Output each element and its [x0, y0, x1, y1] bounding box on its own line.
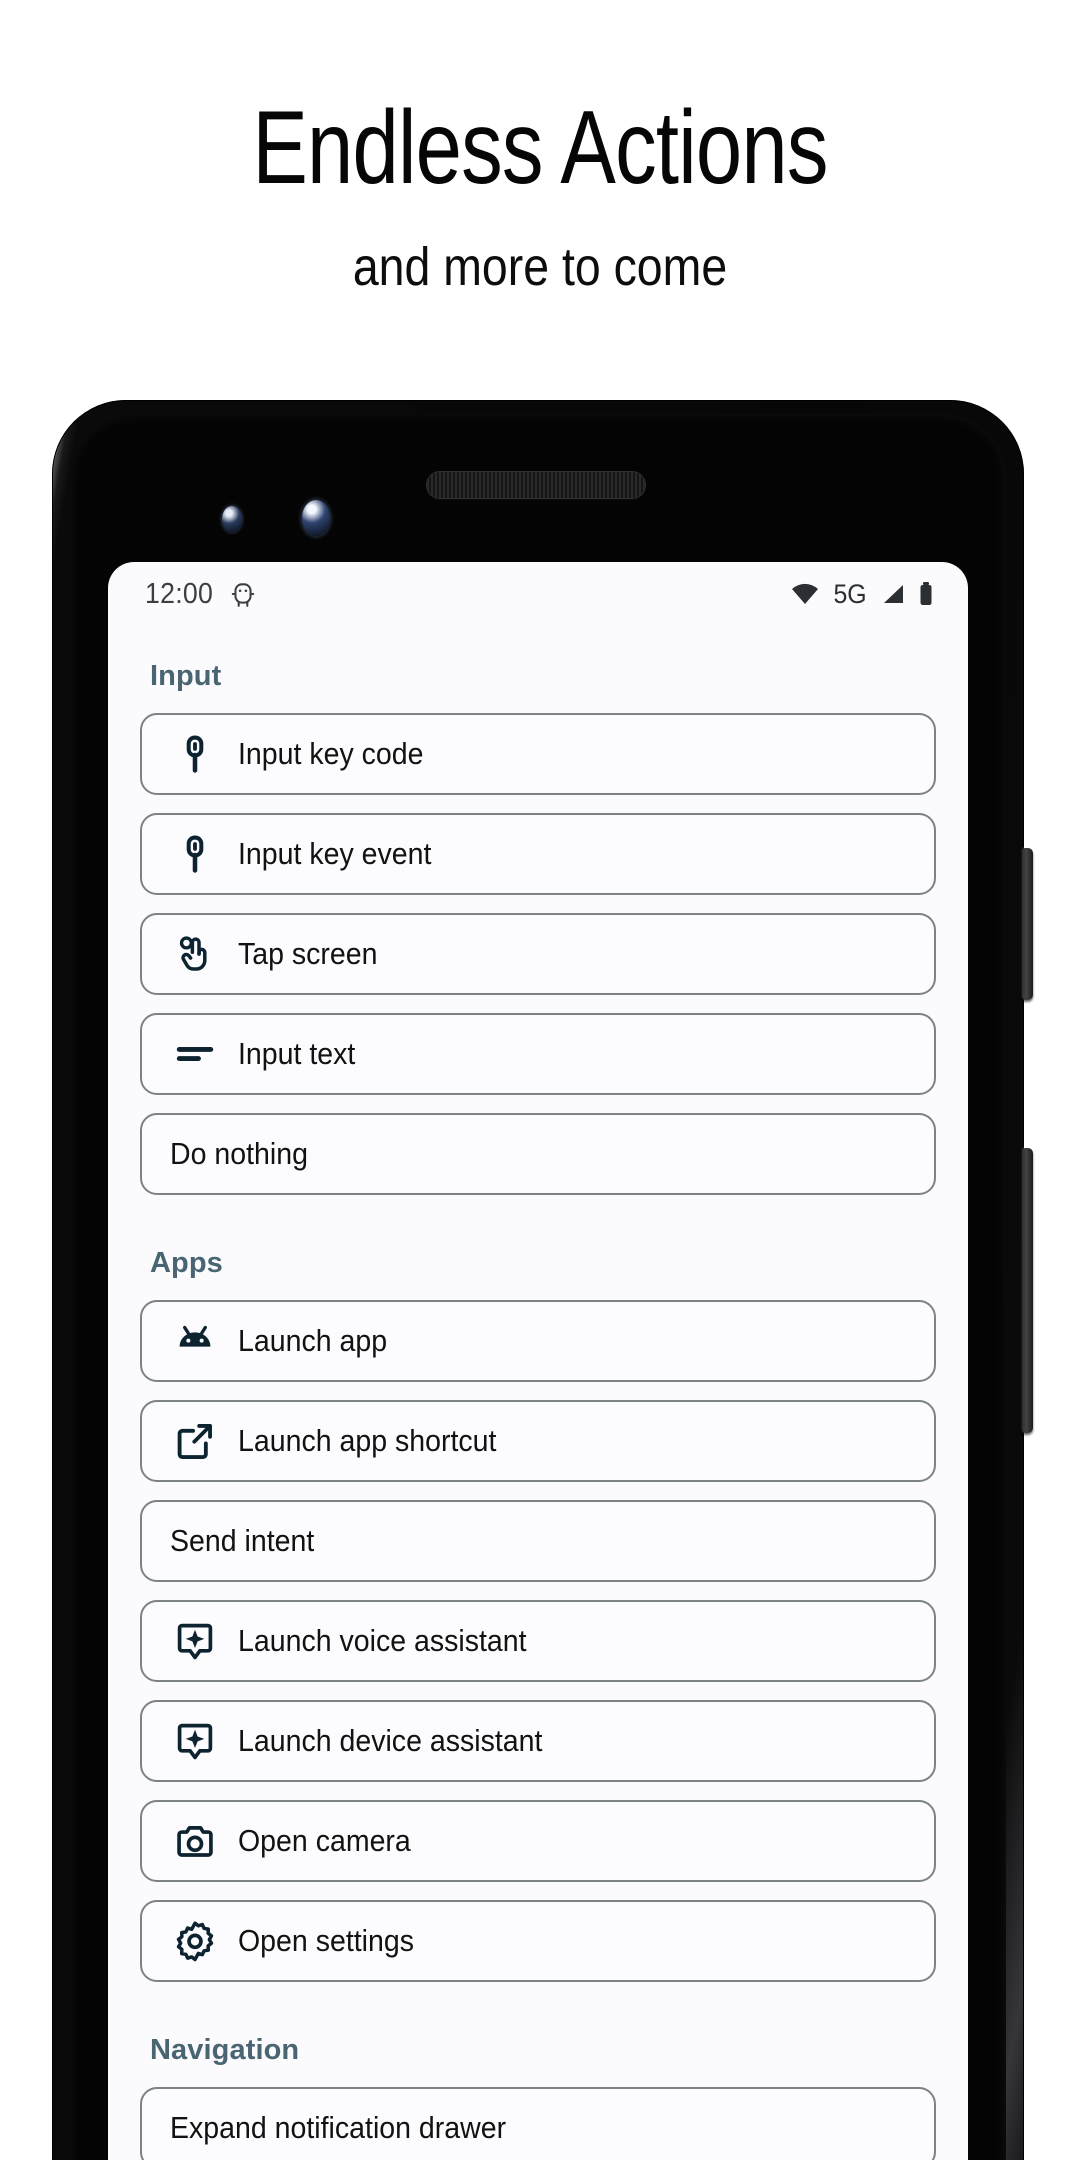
action-row-label: Do nothing [170, 1136, 308, 1171]
action-row-label: Input key code [238, 736, 424, 771]
volume-rocker-button[interactable] [1022, 1148, 1033, 1433]
page-title: Endless Actions [252, 90, 828, 206]
action-row-label: Tap screen [238, 936, 378, 971]
action-row[interactable]: Tap screen [140, 913, 936, 995]
earpiece-speaker [427, 472, 645, 498]
key-pin-icon [166, 728, 224, 780]
action-row[interactable]: Open camera [140, 1800, 936, 1882]
action-row[interactable]: Send intent [140, 1500, 936, 1582]
section-header-input: Input [150, 660, 222, 692]
open-in-new-icon [166, 1415, 224, 1467]
action-list: Input Input key code Input key event Tap sc… [108, 626, 968, 2160]
promo-header: Endless Actions and more to come [0, 0, 1080, 298]
front-camera-primary-icon [302, 500, 330, 536]
status-bar: 12:00 5G [108, 562, 968, 626]
action-row-label: Launch app shortcut [238, 1423, 497, 1458]
action-row[interactable]: Input key code [140, 713, 936, 795]
android-head-icon [230, 580, 256, 608]
gear-icon [166, 1915, 224, 1967]
network-type-label: 5G [833, 578, 867, 609]
power-button[interactable] [1022, 848, 1033, 1000]
text-lines-icon [166, 1028, 224, 1080]
front-camera-secondary-icon [222, 506, 242, 532]
battery-full-icon [918, 581, 934, 607]
page-subtitle: and more to come [352, 237, 728, 297]
phone-mockup: 12:00 5G Input Input key code Input key … [52, 400, 1033, 2160]
signal-bars-icon [880, 582, 906, 606]
action-row-label: Open camera [238, 1823, 411, 1858]
action-row[interactable]: Launch app shortcut [140, 1400, 936, 1482]
status-bar-left: 12:00 [142, 578, 256, 611]
action-row[interactable]: Launch device assistant [140, 1700, 936, 1782]
tap-finger-icon [166, 928, 224, 980]
phone-bezel: 12:00 5G Input Input key code Input key … [70, 414, 1006, 2160]
action-row[interactable]: Launch voice assistant [140, 1600, 936, 1682]
action-row[interactable]: Do nothing [140, 1113, 936, 1195]
action-row-label: Send intent [170, 1523, 315, 1558]
action-row-label: Input key event [238, 836, 432, 871]
promo-screenshot: Endless Actions and more to come 12:00 5… [0, 0, 1080, 2160]
wifi-icon [790, 582, 820, 606]
camera-icon [166, 1815, 224, 1867]
status-bar-right: 5G [790, 579, 934, 610]
assistant-star-icon [166, 1715, 224, 1767]
action-row[interactable]: Expand notification drawer [140, 2087, 936, 2160]
action-row[interactable]: Open settings [140, 1900, 936, 1982]
android-icon [166, 1315, 224, 1367]
assistant-star-icon [166, 1615, 224, 1667]
action-row-label: Launch device assistant [238, 1723, 543, 1758]
action-row-label: Expand notification drawer [170, 2110, 507, 2145]
action-row-label: Launch app [238, 1323, 388, 1358]
key-pin-icon [166, 828, 224, 880]
status-bar-clock: 12:00 [144, 577, 214, 610]
action-row-label: Launch voice assistant [238, 1623, 527, 1658]
action-row[interactable]: Input key event [140, 813, 936, 895]
action-row-label: Input text [238, 1036, 356, 1071]
action-row-label: Open settings [238, 1923, 414, 1958]
section-header-apps: Apps [150, 1247, 223, 1279]
action-row[interactable]: Input text [140, 1013, 936, 1095]
section-header-navigation: Navigation [150, 2034, 300, 2066]
action-row[interactable]: Launch app [140, 1300, 936, 1382]
phone-screen: 12:00 5G Input Input key code Input key … [108, 562, 968, 2160]
